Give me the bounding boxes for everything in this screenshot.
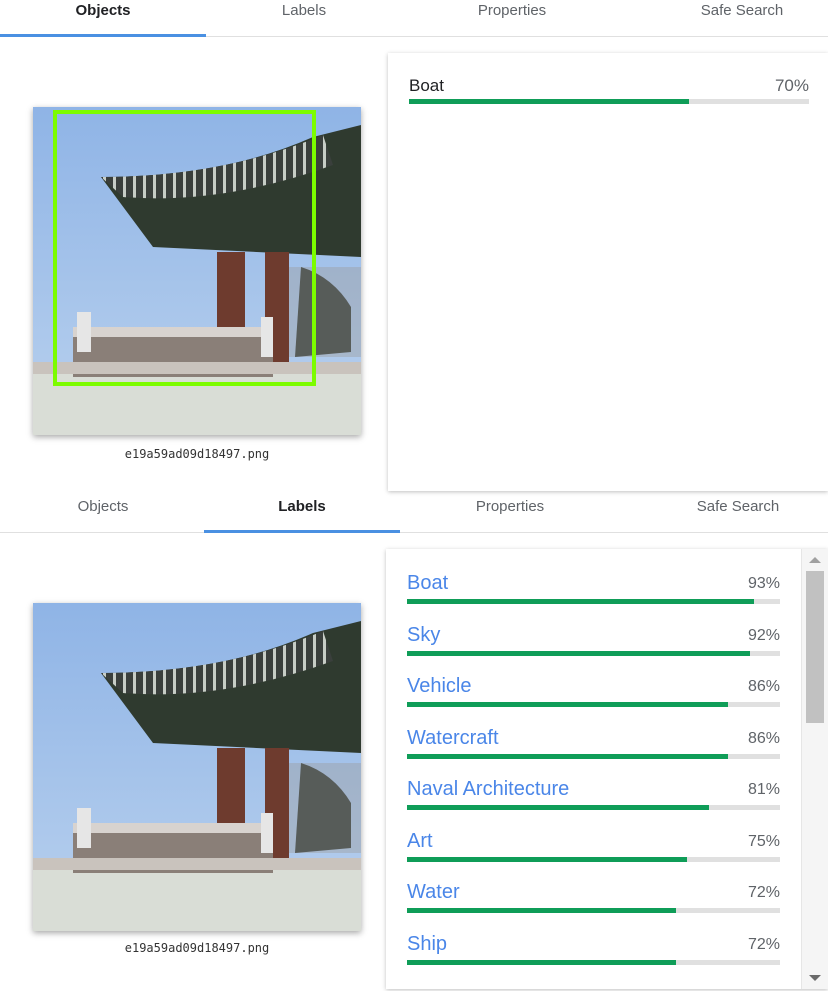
label-confidence-fill: [407, 959, 676, 965]
analyzed-image: [33, 107, 361, 435]
label-confidence-fill: [407, 650, 751, 656]
tab-safe-search[interactable]: Safe Search: [642, 0, 828, 36]
label-confidence-fill: [407, 753, 728, 759]
label-confidence-bar: [407, 856, 780, 862]
label-link[interactable]: Water: [407, 881, 460, 904]
label-percent: 93%: [747, 575, 780, 592]
objects-card: Boat 70%: [388, 53, 828, 491]
label-percent: 75%: [747, 832, 780, 850]
label-confidence-fill: [407, 856, 687, 862]
tab-label: Properties: [477, 2, 547, 19]
label-link[interactable]: Art: [407, 830, 433, 853]
tab-label: Properties: [475, 498, 545, 515]
label-confidence-fill: [407, 805, 710, 810]
tab-label: Labels: [278, 498, 326, 515]
tab-properties[interactable]: Properties: [400, 496, 620, 532]
label-percent: 72%: [747, 884, 780, 901]
label-row: Watercraft 86%: [407, 727, 780, 759]
scroll-up-icon[interactable]: [809, 557, 821, 563]
tab-properties[interactable]: Properties: [402, 0, 622, 36]
tab-label: Labels: [281, 2, 327, 19]
top-tab-bar: Objects Labels Properties Safe Search: [0, 0, 828, 37]
label-row: Sky 92%: [407, 624, 780, 656]
analyzed-image: [33, 603, 361, 931]
bottom-tab-bar: Objects Labels Properties Safe Search: [0, 496, 828, 533]
image-filename: e19a59ad09d18497.png: [124, 941, 270, 955]
label-link[interactable]: Ship: [407, 933, 447, 956]
tab-label: Objects: [75, 2, 131, 19]
label-confidence-bar: [407, 805, 780, 810]
label-link[interactable]: Vehicle: [407, 675, 472, 698]
label-percent: 92%: [747, 626, 780, 644]
scroll-down-icon[interactable]: [809, 975, 821, 981]
label-confidence-bar: [407, 650, 780, 656]
labels-card: Boat 93% Sky 92% Vehicle 86% Watercraft 86% Nava…: [386, 549, 828, 989]
object-percent: 70%: [774, 76, 809, 95]
object-row: Boat 70%: [409, 76, 809, 106]
scroll-thumb[interactable]: [806, 571, 824, 723]
label-confidence-bar: [407, 702, 780, 707]
label-row: Boat 93%: [407, 572, 780, 604]
active-tab-indicator: [204, 530, 400, 533]
label-row: Water 72%: [407, 881, 780, 913]
tab-labels[interactable]: Labels: [204, 496, 400, 533]
label-percent: 81%: [747, 781, 780, 798]
label-confidence-fill: [407, 702, 728, 707]
tab-objects[interactable]: Objects: [0, 496, 206, 532]
label-confidence-bar: [407, 959, 780, 965]
label-confidence-fill: [407, 908, 676, 913]
label-percent: 72%: [747, 935, 780, 953]
label-confidence-bar: [407, 753, 780, 759]
label-percent: 86%: [747, 678, 780, 695]
label-confidence-bar: [407, 908, 780, 913]
tab-label: Safe Search: [700, 2, 784, 19]
active-tab-indicator: [0, 34, 206, 37]
tab-label: Safe Search: [696, 498, 780, 515]
label-row: Art 75%: [407, 830, 780, 862]
label-row: Naval Architecture 81%: [407, 778, 780, 810]
label-row: Vehicle 86%: [407, 675, 780, 707]
label-row: Ship 72%: [407, 933, 780, 965]
tab-safe-search[interactable]: Safe Search: [638, 496, 828, 532]
object-confidence-fill: [409, 99, 689, 104]
label-link[interactable]: Boat: [407, 572, 448, 595]
tab-label: Objects: [77, 498, 129, 515]
label-link[interactable]: Sky: [407, 624, 440, 647]
label-confidence-bar: [407, 599, 780, 604]
label-link[interactable]: Naval Architecture: [407, 778, 569, 801]
label-percent: 86%: [747, 729, 780, 747]
object-label: Boat: [409, 76, 444, 95]
object-confidence-bar: [409, 99, 809, 104]
label-link[interactable]: Watercraft: [407, 727, 499, 750]
tab-objects[interactable]: Objects: [0, 0, 206, 37]
scrollbar[interactable]: [801, 549, 828, 989]
tab-labels[interactable]: Labels: [206, 0, 402, 36]
label-confidence-fill: [407, 599, 754, 604]
image-filename: e19a59ad09d18497.png: [124, 447, 270, 461]
